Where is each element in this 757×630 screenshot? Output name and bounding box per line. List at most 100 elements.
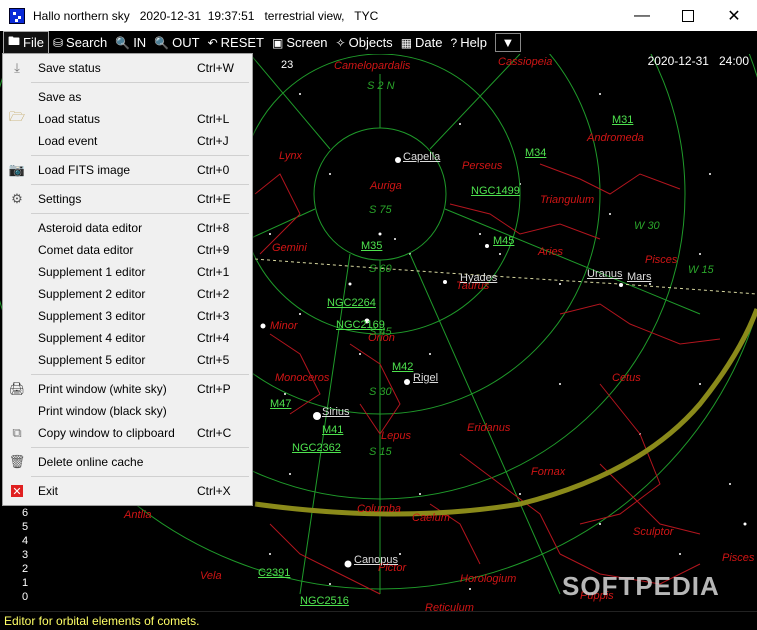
monitor-icon: ▣ xyxy=(272,35,284,50)
star-label[interactable]: Canopus xyxy=(354,554,398,566)
folder-icon: 🖿 xyxy=(8,34,21,48)
menu-item-supplement-1[interactable]: Supplement 1 editor Ctrl+1 xyxy=(3,261,250,283)
zoom-in-button[interactable]: 🔍 IN xyxy=(111,32,150,53)
zoom-in-icon: 🔍 xyxy=(115,35,131,50)
menu-separator xyxy=(31,184,249,185)
menu-separator xyxy=(31,155,249,156)
menu-item-copy-clipboard[interactable]: ⧉ Copy window to clipboard Ctrl+C xyxy=(3,422,250,444)
minimize-button[interactable]: — xyxy=(619,0,665,31)
help-label: Help xyxy=(460,35,487,50)
help-icon: ? xyxy=(450,35,458,50)
magnitude-label: 2 xyxy=(22,563,29,575)
menu-item-settings[interactable]: ⚙ Settings Ctrl+E xyxy=(3,188,250,210)
menu-item-load-status[interactable]: 🗁 Load status Ctrl+L xyxy=(3,108,250,130)
menu-item-save-status[interactable]: ⤓ Save status Ctrl+W xyxy=(3,57,250,79)
constellation-label: Eridanus xyxy=(467,422,511,434)
menu-item-shortcut: Ctrl+9 xyxy=(197,243,230,257)
magnitude-label: 0 xyxy=(22,591,29,603)
status-text: Editor for orbital elements of comets. xyxy=(4,614,200,628)
menu-item-label: Load event xyxy=(38,134,98,148)
zoom-out-button[interactable]: 🔍 OUT xyxy=(150,32,203,53)
file-menu-button[interactable]: 🖿 File xyxy=(3,31,49,54)
grid-label: S 60 xyxy=(369,263,392,275)
reset-button[interactable]: ↶ RESET xyxy=(204,32,268,53)
object-label[interactable]: NGC2516 xyxy=(300,595,349,607)
minimize-icon: — xyxy=(634,6,650,24)
menu-item-shortcut: Ctrl+X xyxy=(197,484,231,498)
printer-icon: 🖨 xyxy=(8,381,26,396)
menu-separator xyxy=(31,447,249,448)
object-label[interactable]: M35 xyxy=(361,240,382,252)
binoculars-icon: ⛁ xyxy=(52,35,64,50)
constellation-label: Horologium xyxy=(460,573,517,585)
object-label[interactable]: NGC2362 xyxy=(292,442,341,454)
menu-item-supplement-2[interactable]: Supplement 2 editor Ctrl+2 xyxy=(3,283,250,305)
object-label[interactable]: M42 xyxy=(392,361,413,373)
planet-label[interactable]: Mars xyxy=(627,271,651,283)
file-dropdown-menu: ⤓ Save status Ctrl+W Save as 🗁 Load stat… xyxy=(2,53,253,506)
menu-item-label: Exit xyxy=(38,484,59,498)
planet-label[interactable]: Uranus xyxy=(587,268,622,280)
reset-label: RESET xyxy=(220,35,264,50)
menu-item-print-white[interactable]: 🖨 Print window (white sky) Ctrl+P xyxy=(3,378,250,400)
overflow-button[interactable]: ▼ xyxy=(494,33,521,52)
magnitude-label: 1 xyxy=(22,577,29,589)
menu-item-asteroid-editor[interactable]: Asteroid data editor Ctrl+8 xyxy=(3,217,250,239)
maximize-button[interactable] xyxy=(665,0,711,31)
zoom-out-icon: 🔍 xyxy=(154,35,170,50)
object-label[interactable]: M31 xyxy=(612,114,633,126)
object-label[interactable]: C2391 xyxy=(258,567,290,579)
menu-item-delete-cache[interactable]: 🗑 Delete online cache xyxy=(3,451,250,473)
search-button[interactable]: ⛁ Search xyxy=(49,32,111,53)
object-label[interactable]: M47 xyxy=(270,398,291,410)
menu-item-comet-editor[interactable]: Comet data editor Ctrl+9 xyxy=(3,239,250,261)
menu-item-shortcut: Ctrl+4 xyxy=(197,331,230,345)
stars-icon: ✧ xyxy=(335,35,346,50)
trash-icon: 🗑 xyxy=(8,454,26,469)
menu-item-supplement-3[interactable]: Supplement 3 editor Ctrl+3 xyxy=(3,305,250,327)
menu-item-load-fits-image[interactable]: 📷 Load FITS image Ctrl+0 xyxy=(3,159,250,181)
constellation-label: Triangulum xyxy=(540,194,595,206)
screen-label: Screen xyxy=(286,35,328,50)
menu-item-label: Print window (white sky) xyxy=(38,382,167,396)
menu-separator xyxy=(31,213,249,214)
grid-label: S 75 xyxy=(369,204,392,216)
star-label[interactable]: Sirius xyxy=(322,406,350,418)
star-label[interactable]: Hyades xyxy=(460,272,497,284)
close-icon: ✕ xyxy=(727,7,741,25)
constellation-label: Lepus xyxy=(381,430,411,442)
object-label[interactable]: NGC1499 xyxy=(471,185,520,197)
object-label[interactable]: M34 xyxy=(525,147,546,159)
magnitude-label: 4 xyxy=(22,535,29,547)
star-label[interactable]: Capella xyxy=(403,151,440,163)
menu-item-load-event[interactable]: Load event Ctrl+J xyxy=(3,130,250,152)
constellation-label: Andromeda xyxy=(587,132,644,144)
screen-button[interactable]: ▣ Screen xyxy=(268,32,332,53)
object-label[interactable]: M45 xyxy=(493,235,514,247)
menu-item-save-as[interactable]: Save as xyxy=(3,86,250,108)
object-label[interactable]: NGC2264 xyxy=(327,297,376,309)
menu-separator xyxy=(31,82,249,83)
menu-item-label: Asteroid data editor xyxy=(38,221,143,235)
menu-item-print-black[interactable]: Print window (black sky) xyxy=(3,400,250,422)
constellation-label: Columba xyxy=(357,503,402,515)
menu-item-exit[interactable]: ✕ Exit Ctrl+X xyxy=(3,480,250,502)
menu-item-label: Load FITS image xyxy=(38,163,131,177)
close-button[interactable]: ✕ xyxy=(711,0,757,31)
status-bar: Editor for orbital elements of comets. xyxy=(0,611,757,629)
watermark: SOFTPEDIA xyxy=(562,571,720,601)
menu-item-label: Supplement 1 editor xyxy=(38,265,146,279)
date-time-readout: 2020-12-31 24:00 xyxy=(648,54,749,68)
copy-icon: ⧉ xyxy=(12,425,22,440)
menu-item-supplement-4[interactable]: Supplement 4 editor Ctrl+4 xyxy=(3,327,250,349)
zoom-out-label: OUT xyxy=(172,35,200,50)
date-button[interactable]: ▦ Date xyxy=(397,32,447,53)
menu-separator xyxy=(31,476,249,477)
objects-button[interactable]: ✧ Objects xyxy=(332,32,397,53)
object-label[interactable]: M41 xyxy=(322,424,343,436)
menu-item-label: Supplement 2 editor xyxy=(38,287,146,301)
help-button[interactable]: ? Help xyxy=(447,32,491,53)
constellation-label: Auriga xyxy=(370,180,402,192)
menu-item-supplement-5[interactable]: Supplement 5 editor Ctrl+5 xyxy=(3,349,250,371)
star-label[interactable]: Rigel xyxy=(413,372,438,384)
